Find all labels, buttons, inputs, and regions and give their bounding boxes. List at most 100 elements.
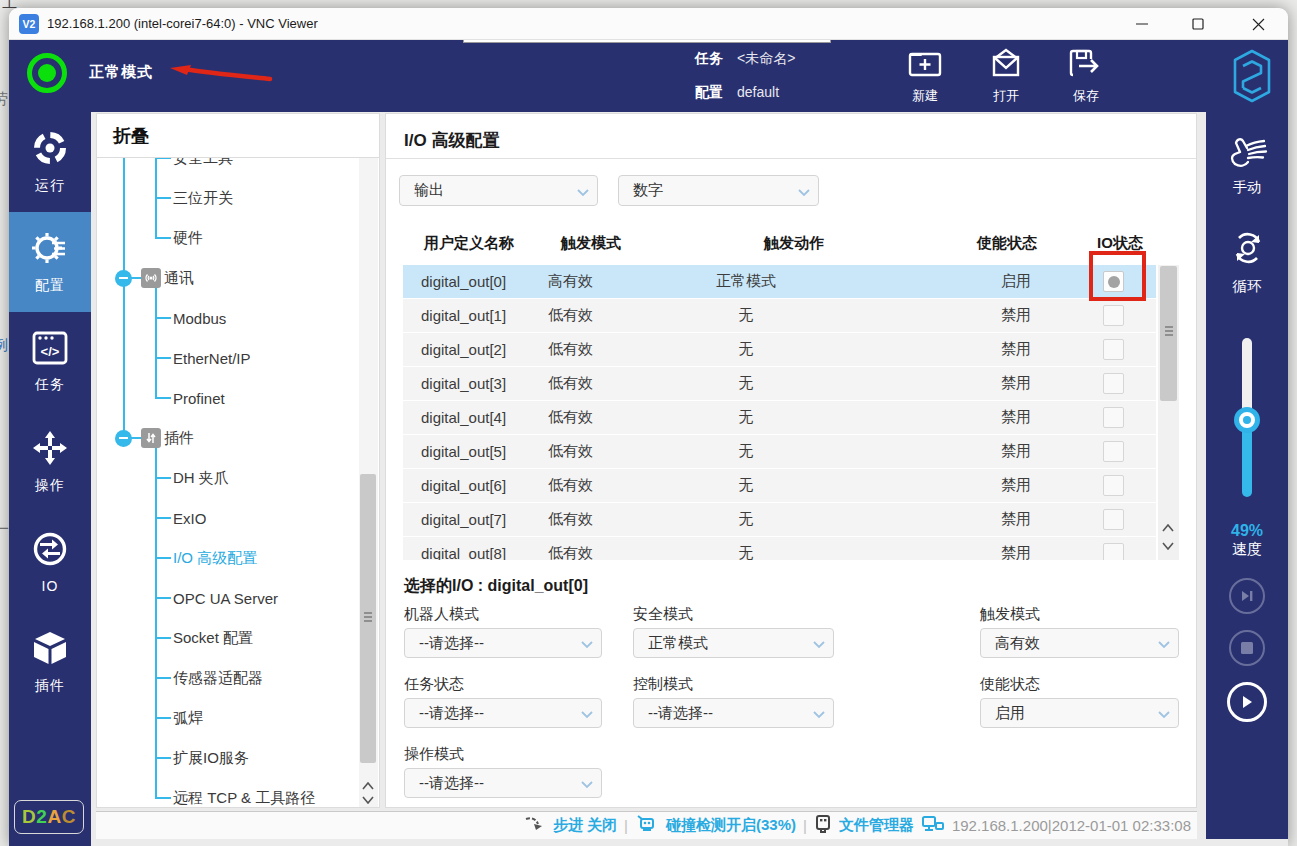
tree-item[interactable]: 安全工具 xyxy=(173,158,233,178)
tree-item[interactable]: EtherNet/IP xyxy=(173,338,251,378)
close-button[interactable] xyxy=(1235,8,1281,40)
tree-scroll-down-button[interactable] xyxy=(360,792,376,808)
io-state-checkbox[interactable] xyxy=(1103,509,1124,530)
io-state-checkbox[interactable] xyxy=(1103,475,1124,496)
tree-collapse-header[interactable]: 折叠 xyxy=(113,124,149,148)
right-sidebar: 手动 循环 49% 速度 xyxy=(1206,112,1288,839)
io-state-checkbox[interactable] xyxy=(1103,543,1124,560)
toolbar-button-1[interactable]: 新建 xyxy=(890,47,960,107)
table-scrollbar-thumb[interactable] xyxy=(1160,266,1177,401)
loop-mode-label[interactable]: 循环 xyxy=(1206,277,1288,296)
chevron-down-icon xyxy=(1158,705,1170,722)
network-icon xyxy=(921,814,945,838)
manual-mode-label[interactable]: 手动 xyxy=(1206,178,1288,197)
table-row[interactable]: digital_out[7]低有效无禁用 xyxy=(403,503,1156,536)
form-select[interactable]: --请选择-- xyxy=(404,628,602,658)
tree-item[interactable]: 扩展IO服务 xyxy=(173,738,249,778)
io-state-checkbox[interactable] xyxy=(1103,441,1124,462)
collision-status[interactable]: 碰撞检测开启(33%) xyxy=(666,816,796,835)
speed-slider-thumb-dot xyxy=(1243,416,1251,424)
tree-connector xyxy=(155,237,171,239)
tree-scrollbar-thumb[interactable] xyxy=(360,474,376,763)
status-bar: 步进 关闭 | 碰撞检测开启(33%) | 文件管理器 192.168.1.20… xyxy=(96,811,1197,839)
tree-item[interactable]: 硬件 xyxy=(173,218,203,258)
step-forward-button[interactable] xyxy=(1229,578,1265,614)
desktop-fragment: 例 xyxy=(0,336,8,355)
annotation-arrow xyxy=(169,64,274,84)
sidebar-item-5[interactable]: IO xyxy=(9,512,91,612)
io-direction-select[interactable]: 输出 xyxy=(399,175,598,206)
tree-item[interactable]: I/O 高级配置 xyxy=(173,538,257,578)
sidebar-item-6[interactable]: 插件 xyxy=(9,612,91,712)
stop-button[interactable] xyxy=(1229,630,1265,666)
tree-item[interactable]: ExIO xyxy=(173,498,206,538)
tree-collapse-icon[interactable] xyxy=(115,430,132,447)
manual-mode-icon[interactable] xyxy=(1228,136,1268,174)
title-bar[interactable]: V2 192.168.1.200 (intel-corei7-64:0) - V… xyxy=(9,8,1288,40)
tree-item[interactable]: Profinet xyxy=(173,378,225,418)
form-select[interactable]: --请选择-- xyxy=(633,698,834,728)
cell-trigger-action: 无 xyxy=(706,435,786,468)
sidebar-item-1[interactable]: 运行 xyxy=(9,112,91,212)
cell-trigger-action: 无 xyxy=(706,503,786,536)
toolbar-button-3[interactable]: 保存 xyxy=(1051,47,1121,107)
table-row[interactable]: digital_out[2]低有效无禁用 xyxy=(403,333,1156,366)
io-state-checkbox[interactable] xyxy=(1103,373,1124,394)
cell-enable-state: 禁用 xyxy=(976,367,1056,400)
tree-connector xyxy=(155,797,171,799)
toolbar-button-2[interactable]: 打开 xyxy=(971,47,1041,107)
tree-item[interactable]: 弧焊 xyxy=(173,698,203,738)
tree-item[interactable]: Modbus xyxy=(173,298,226,338)
table-row[interactable]: digital_out[5]低有效无禁用 xyxy=(403,435,1156,468)
form-select[interactable]: 正常模式 xyxy=(633,628,834,658)
form-select[interactable]: --请选择-- xyxy=(404,768,602,798)
tree-item[interactable]: Socket 配置 xyxy=(173,618,253,658)
sidebar-item-4[interactable]: 操作 xyxy=(9,412,91,512)
io-state-checkbox[interactable] xyxy=(1103,407,1124,428)
step-status[interactable]: 步进 关闭 xyxy=(553,816,617,835)
table-row[interactable]: digital_out[6]低有效无禁用 xyxy=(403,469,1156,502)
io-state-checkbox[interactable] xyxy=(1103,339,1124,360)
sidebar-item-3[interactable]: </>任务 xyxy=(9,312,91,412)
code-window-icon: </> xyxy=(32,331,68,369)
d2ac-logo-button[interactable]: D2AC xyxy=(14,800,84,834)
io-state-checkbox[interactable] xyxy=(1103,305,1124,326)
chevron-down-icon xyxy=(813,635,825,652)
table-row[interactable]: digital_out[0]高有效正常模式启用 xyxy=(403,265,1156,298)
form-select[interactable]: --请选择-- xyxy=(404,698,602,728)
form-field-label: 触发模式 xyxy=(980,605,1040,624)
tree-item[interactable]: 远程 TCP & 工具路径 xyxy=(173,778,315,807)
table-row[interactable]: digital_out[4]低有效无禁用 xyxy=(403,401,1156,434)
cell-trigger-action: 无 xyxy=(706,299,786,332)
vnc-toolbar-strip[interactable] xyxy=(463,40,831,43)
file-manager-link[interactable]: 文件管理器 xyxy=(839,816,914,835)
sidebar-item-2[interactable]: 配置 xyxy=(9,212,91,312)
form-field-label: 安全模式 xyxy=(633,605,693,624)
maximize-button[interactable] xyxy=(1175,8,1221,40)
form-field-label: 控制模式 xyxy=(633,675,693,694)
table-row[interactable]: digital_out[3]低有效无禁用 xyxy=(403,367,1156,400)
tree-connector xyxy=(131,277,141,279)
chevron-down-icon xyxy=(581,705,593,722)
loop-mode-icon[interactable] xyxy=(1230,230,1266,270)
tree-connector xyxy=(155,197,171,199)
form-select[interactable]: 启用 xyxy=(980,698,1179,728)
play-button[interactable] xyxy=(1227,682,1267,722)
tree-item[interactable]: 通讯 xyxy=(164,258,194,298)
io-type-select[interactable]: 数字 xyxy=(618,175,819,206)
form-select[interactable]: 高有效 xyxy=(980,628,1179,658)
table-row[interactable]: digital_out[8]低有效无禁用 xyxy=(403,537,1156,560)
tree-collapse-icon[interactable] xyxy=(115,270,132,287)
table-row[interactable]: digital_out[1]低有效无禁用 xyxy=(403,299,1156,332)
tree-item[interactable]: DH 夹爪 xyxy=(173,458,229,498)
table-scroll-down-button[interactable] xyxy=(1160,538,1176,554)
tree-item[interactable]: 三位开关 xyxy=(173,178,233,218)
config-value: default xyxy=(737,84,779,100)
tree-item[interactable]: 插件 xyxy=(164,418,194,458)
tree-item[interactable]: 传感器适配器 xyxy=(173,658,263,698)
minimize-button[interactable] xyxy=(1119,8,1165,40)
cell-trigger-action: 正常模式 xyxy=(706,265,786,298)
tree-item[interactable]: OPC UA Server xyxy=(173,578,278,618)
page-title: I/O 高级配置 xyxy=(404,129,499,152)
table-scroll-up-button[interactable] xyxy=(1160,520,1176,536)
